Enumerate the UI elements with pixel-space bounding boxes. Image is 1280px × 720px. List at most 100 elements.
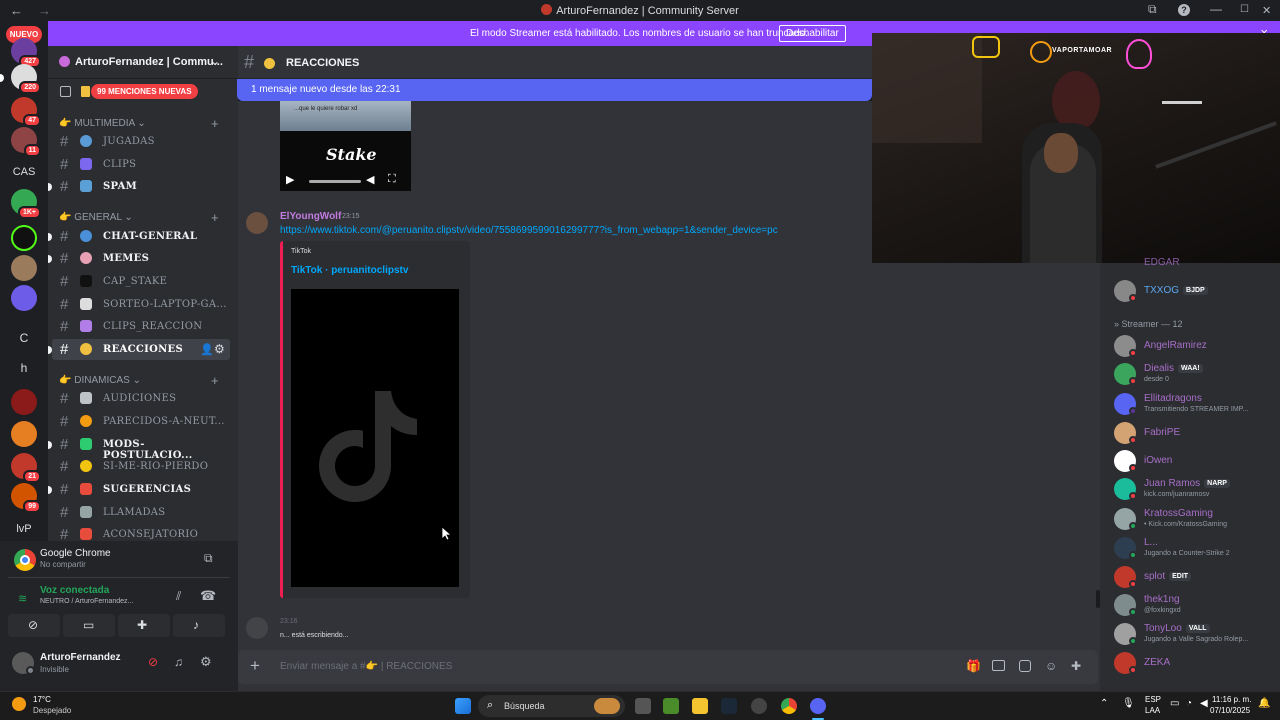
video-thumbnail[interactable]: ...que le quiere robar xd: [280, 101, 411, 131]
apps-icon[interactable]: ✚: [1071, 659, 1081, 673]
gift-icon[interactable]: 🎁: [966, 659, 981, 673]
server-header[interactable]: ArturoFernandez | Commu... ⌄: [48, 46, 238, 79]
tray-chevron-icon[interactable]: ⌃: [1100, 698, 1108, 709]
disconnect-icon[interactable]: ☎: [200, 588, 216, 604]
member-item[interactable]: Diealis WAA! desde 0: [1114, 361, 1280, 387]
member-item[interactable]: thek1ng @foxkingxd: [1114, 592, 1280, 618]
message-input-box[interactable]: + Enviar mensaje a #👉 | REACCIONES 🎁 ☺ ✚: [238, 650, 1098, 684]
server-icon[interactable]: [11, 285, 37, 311]
gear-icon[interactable]: ⚙: [214, 342, 225, 356]
channel-clips-reaccion[interactable]: # CLIPS_REACCION: [52, 316, 230, 337]
new-mentions-pill[interactable]: 99 MENCIONES NUEVAS: [91, 84, 198, 99]
server-icon[interactable]: 1K+: [11, 189, 41, 219]
display-icon[interactable]: ▭: [1170, 698, 1179, 709]
seek-bar[interactable]: [309, 180, 361, 183]
file-explorer-icon[interactable]: [692, 698, 708, 714]
screenshare-button[interactable]: ▭: [63, 614, 115, 637]
member-item[interactable]: Juan Ramos NARP kick.com/juanramosv: [1114, 476, 1280, 502]
weather-temp[interactable]: 17°C: [33, 695, 51, 704]
wifi-icon[interactable]: ◔: [1186, 698, 1192, 709]
server-icon[interactable]: lvP: [11, 523, 37, 535]
tiktok-video[interactable]: [291, 289, 459, 587]
weather-icon[interactable]: [12, 697, 26, 711]
settings-gear-icon[interactable]: ⚙: [200, 654, 212, 670]
checklist-icon[interactable]: [60, 86, 71, 97]
voice-connected-label[interactable]: Voz conectada: [40, 585, 109, 596]
server-icon[interactable]: [11, 389, 37, 415]
avatar[interactable]: [246, 212, 268, 234]
channel-jugadas[interactable]: # JUGADAS: [52, 131, 230, 152]
volume-icon[interactable]: ◀: [366, 173, 374, 186]
keyboard-layout[interactable]: LAA: [1145, 706, 1160, 715]
member-item[interactable]: iOwen: [1114, 448, 1280, 474]
chevron-down-icon[interactable]: ⌄: [210, 54, 220, 68]
channel-mods-postulacion[interactable]: # MODS-POSTULACIO...: [48, 434, 230, 461]
weather-desc[interactable]: Despejado: [33, 706, 71, 715]
category-dinamicas[interactable]: 👉 DINAMICAS ⌄ +: [59, 373, 219, 388]
server-icon[interactable]: h: [11, 361, 37, 375]
video-player[interactable]: Stake ▶ ◀ ⛶: [280, 131, 411, 191]
member-item[interactable]: L... Jugando a Counter-Strike 2: [1114, 535, 1280, 561]
emoji-icon[interactable]: ☺: [1045, 659, 1057, 673]
discord-taskbar-icon[interactable]: [810, 698, 826, 714]
add-channel-icon[interactable]: +: [211, 210, 219, 225]
channel-llamadas[interactable]: # LLAMADAS: [52, 502, 230, 523]
member-item[interactable]: TXXOG BJDP: [1114, 278, 1280, 304]
fullscreen-icon[interactable]: ⛶: [388, 173, 396, 186]
close-window-button[interactable]: ✕: [1262, 4, 1271, 17]
activity-button[interactable]: ✚: [118, 614, 170, 637]
channel-sorteo[interactable]: # SORTEO-LAPTOP-GA...: [52, 294, 230, 315]
server-icon[interactable]: 21: [11, 453, 41, 483]
help-icon[interactable]: ?: [1178, 4, 1190, 16]
sticker-icon[interactable]: [1019, 660, 1031, 672]
channel-cap-stake[interactable]: # CAP_STAKE: [52, 271, 230, 292]
channel-clips[interactable]: # CLIPS: [52, 154, 230, 175]
member-item[interactable]: splot EDIT: [1114, 564, 1280, 590]
category-general[interactable]: 👉 GENERAL ⌄ +: [59, 210, 219, 225]
server-icon[interactable]: 220: [11, 64, 41, 94]
clock-date[interactable]: 07/10/2025: [1210, 706, 1250, 715]
server-icon[interactable]: CAS: [11, 166, 37, 178]
events-icon[interactable]: [81, 86, 90, 97]
new-messages-bar[interactable]: 1 mensaje nuevo desde las 22:31: [237, 79, 872, 101]
signal-icon[interactable]: ≋: [18, 592, 27, 605]
channel-sugerencias[interactable]: # SUGERENCIAS: [48, 479, 230, 500]
mic-icon[interactable]: 🎙: [1122, 698, 1135, 709]
minecraft-icon[interactable]: [663, 698, 679, 714]
task-view-icon[interactable]: [635, 698, 651, 714]
channel-si-me-rio[interactable]: # SI-ME-RIO-PIERDO: [52, 456, 230, 477]
member-item[interactable]: TonyLoo VALL Jugando a Valle Sagrado Rolep…: [1114, 621, 1280, 647]
embed-title[interactable]: TikTok · peruanitoclipstv: [291, 265, 408, 276]
notifications-icon[interactable]: 🔔: [1258, 698, 1270, 709]
add-channel-icon[interactable]: +: [211, 373, 219, 388]
server-icon[interactable]: 11: [11, 127, 41, 157]
taskbar-search[interactable]: ⌕ Búsqueda: [478, 695, 625, 717]
share-screen-icon[interactable]: ⧉: [204, 551, 213, 566]
gif-icon[interactable]: [992, 660, 1005, 671]
mute-mic-icon[interactable]: ⊘: [148, 655, 158, 669]
channel-memes[interactable]: # MEMES: [48, 248, 230, 269]
steam-icon[interactable]: [721, 698, 737, 714]
server-icon[interactable]: [11, 255, 37, 281]
category-multimedia[interactable]: 👉 MULTIMEDIA ⌄ +: [59, 116, 219, 131]
message-input[interactable]: Enviar mensaje a #👉 | REACCIONES: [280, 661, 452, 672]
volume-icon[interactable]: ◀: [1200, 698, 1208, 709]
channel-chat-general[interactable]: # CHAT-GENERAL: [48, 226, 230, 247]
inbox-icon[interactable]: ⧉: [1148, 2, 1157, 17]
chrome-taskbar-icon[interactable]: [781, 698, 797, 714]
kick-server-icon[interactable]: [11, 225, 37, 251]
invite-icon[interactable]: 👤: [200, 343, 214, 356]
user-name[interactable]: ArturoFernandez: [40, 652, 121, 663]
headphones-icon[interactable]: ♫: [174, 655, 183, 669]
server-icon[interactable]: C: [11, 331, 37, 345]
clock-time[interactable]: 11:16 p. m.: [1212, 695, 1251, 704]
channel-spam[interactable]: # SPAM: [48, 176, 230, 197]
member-name[interactable]: EDGAR: [1144, 257, 1180, 268]
voice-channel-name[interactable]: NEUTRO / ArturoFernandez...: [40, 598, 133, 605]
obs-icon[interactable]: [751, 698, 767, 714]
video-button[interactable]: ⊘: [8, 614, 60, 637]
member-item[interactable]: KratossGaming • Kick.com/KratossGaming: [1114, 506, 1280, 532]
channel-audiciones[interactable]: # AUDICIONES: [52, 388, 230, 409]
member-item[interactable]: ZEKA: [1114, 650, 1280, 676]
member-item[interactable]: Ellitadragons Transmitiendo STREAMER IMP.…: [1114, 391, 1280, 417]
